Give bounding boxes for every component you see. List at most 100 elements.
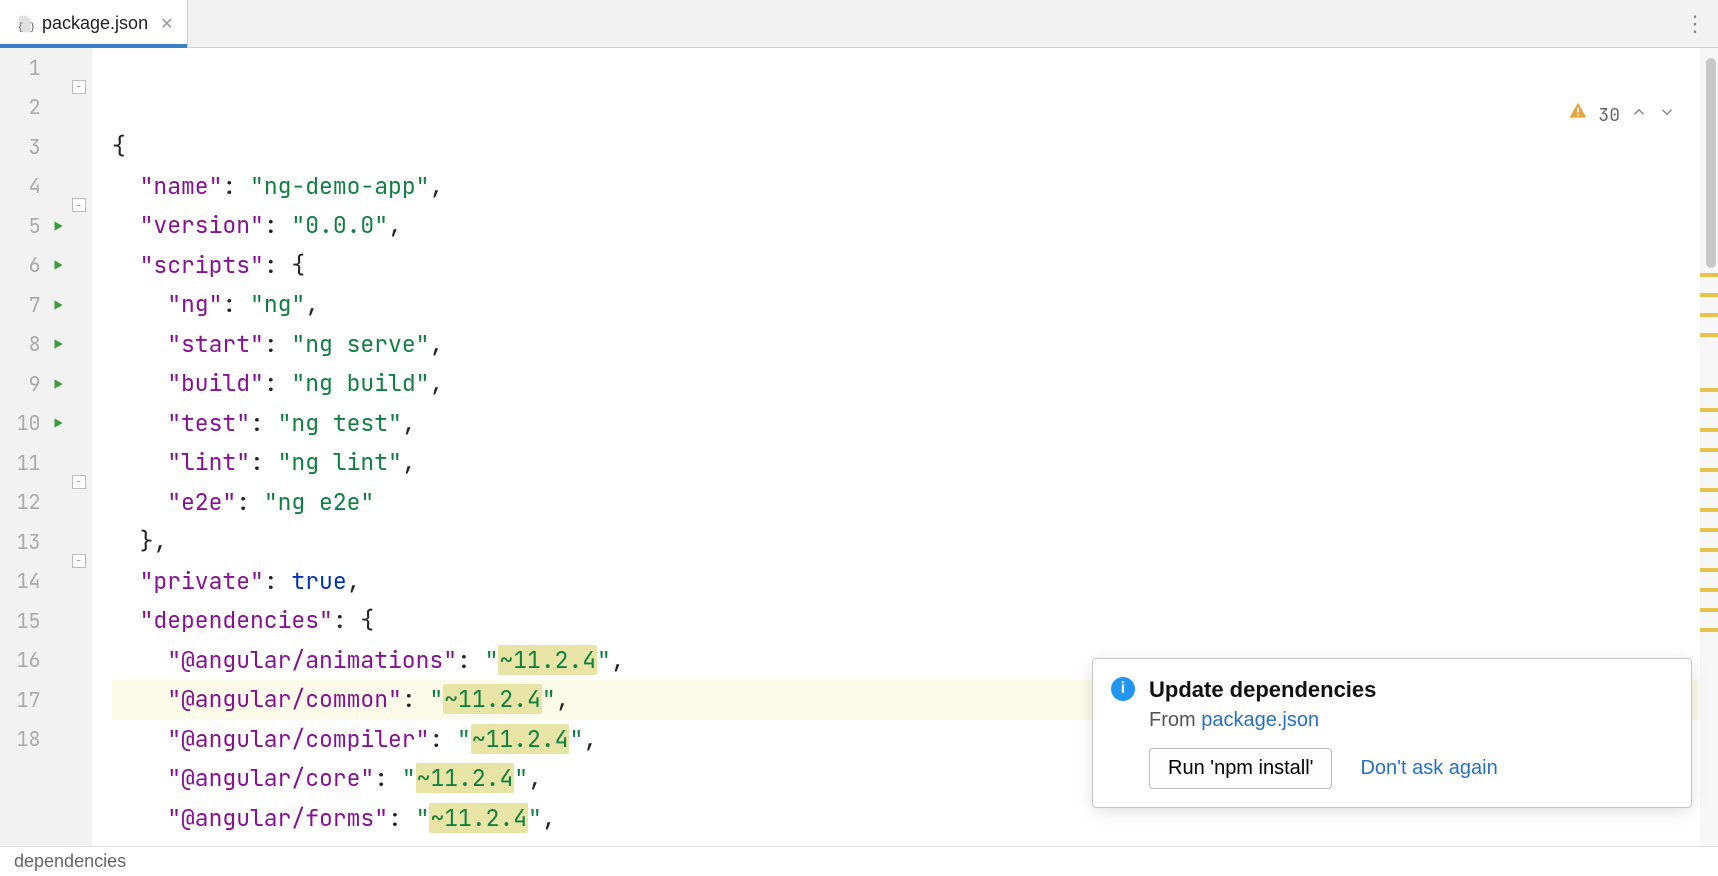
stripe-mark[interactable] bbox=[1700, 408, 1718, 412]
line-number: 13 bbox=[0, 529, 47, 555]
line-number: 5 bbox=[0, 213, 47, 239]
line-number: 11 bbox=[0, 450, 47, 476]
dont-ask-again-link[interactable]: Don't ask again bbox=[1360, 757, 1497, 780]
run-gutter-slot[interactable] bbox=[47, 213, 70, 239]
close-icon[interactable]: ✕ bbox=[160, 14, 173, 34]
line-number: 15 bbox=[0, 608, 47, 634]
code-line[interactable]: "ng": "ng", bbox=[112, 285, 1718, 325]
gutter-line: 3 bbox=[0, 127, 91, 167]
popup-file-link[interactable]: package.json bbox=[1201, 709, 1319, 731]
stripe-mark[interactable] bbox=[1700, 548, 1718, 552]
run-gutter-slot[interactable] bbox=[47, 410, 70, 436]
popup-title: Update dependencies bbox=[1149, 677, 1671, 703]
run-gutter-slot[interactable] bbox=[47, 331, 70, 357]
code-line[interactable]: "scripts": { bbox=[112, 246, 1718, 286]
tab-package-json[interactable]: { } package.json ✕ bbox=[0, 0, 188, 47]
stripe-mark[interactable] bbox=[1700, 448, 1718, 452]
svg-text:{ }: { } bbox=[17, 21, 34, 33]
warning-icon bbox=[1482, 56, 1588, 175]
stripe-mark[interactable] bbox=[1700, 588, 1718, 592]
chevron-up-icon[interactable] bbox=[1630, 96, 1648, 136]
line-number: 2 bbox=[0, 94, 47, 120]
stripe-mark[interactable] bbox=[1700, 333, 1718, 337]
line-number: 12 bbox=[0, 489, 47, 515]
tab-label: package.json bbox=[42, 13, 148, 34]
chevron-down-icon[interactable] bbox=[1658, 96, 1676, 136]
editor: 1−234−567891011−1213−1415161718 { "name"… bbox=[0, 48, 1718, 846]
run-gutter-slot[interactable] bbox=[47, 252, 70, 278]
stripe-mark[interactable] bbox=[1700, 568, 1718, 572]
stripe-mark[interactable] bbox=[1700, 528, 1718, 532]
gutter-line: 7 bbox=[0, 285, 91, 325]
line-number: 17 bbox=[0, 687, 47, 713]
run-icon[interactable] bbox=[51, 252, 65, 278]
stripe-mark[interactable] bbox=[1700, 388, 1718, 392]
run-icon[interactable] bbox=[51, 213, 65, 239]
code-line[interactable]: "dependencies": { bbox=[112, 601, 1718, 641]
gutter-line: 6 bbox=[0, 246, 91, 286]
code-line[interactable]: { bbox=[112, 127, 1718, 167]
line-number: 4 bbox=[0, 173, 47, 199]
line-number: 14 bbox=[0, 568, 47, 594]
gutter-line: 2 bbox=[0, 88, 91, 128]
run-icon[interactable] bbox=[51, 410, 65, 436]
stripe-mark[interactable] bbox=[1700, 508, 1718, 512]
code-line[interactable]: "e2e": "ng e2e" bbox=[112, 483, 1718, 523]
line-number: 10 bbox=[0, 410, 47, 436]
gutter-line: 8 bbox=[0, 325, 91, 365]
tabbar-more-icon[interactable]: ⋮ bbox=[1672, 0, 1718, 47]
gutter-line: 17 bbox=[0, 680, 91, 720]
run-gutter-slot[interactable] bbox=[47, 292, 70, 318]
gutter-line: 10 bbox=[0, 404, 91, 444]
error-stripe[interactable] bbox=[1700, 48, 1718, 846]
update-dependencies-popup: i Update dependencies From package.json … bbox=[1092, 658, 1692, 808]
code-line[interactable]: "version": "0.0.0", bbox=[112, 206, 1718, 246]
line-number: 18 bbox=[0, 726, 47, 752]
stripe-mark[interactable] bbox=[1700, 428, 1718, 432]
line-number: 3 bbox=[0, 134, 47, 160]
stripe-mark[interactable] bbox=[1700, 488, 1718, 492]
line-number: 9 bbox=[0, 371, 47, 397]
stripe-mark[interactable] bbox=[1700, 293, 1718, 297]
code-line[interactable]: "name": "ng-demo-app", bbox=[112, 167, 1718, 207]
run-icon[interactable] bbox=[51, 292, 65, 318]
gutter-line: 14 bbox=[0, 562, 91, 602]
editor-tabbar: { } package.json ✕ ⋮ bbox=[0, 0, 1718, 48]
line-number: 8 bbox=[0, 331, 47, 357]
line-number: 16 bbox=[0, 647, 47, 673]
stripe-mark[interactable] bbox=[1700, 273, 1718, 277]
gutter-line: 16 bbox=[0, 641, 91, 681]
line-number: 1 bbox=[0, 55, 47, 81]
gutter-line: 4− bbox=[0, 167, 91, 207]
code-line[interactable]: "private": true, bbox=[112, 562, 1718, 602]
gutter-line: 9 bbox=[0, 364, 91, 404]
code-line[interactable]: "test": "ng test", bbox=[112, 404, 1718, 444]
code-line[interactable]: "start": "ng serve", bbox=[112, 325, 1718, 365]
info-icon: i bbox=[1111, 677, 1135, 701]
code-line[interactable]: "lint": "ng lint", bbox=[112, 443, 1718, 483]
run-icon[interactable] bbox=[51, 331, 65, 357]
gutter-line: 1− bbox=[0, 48, 91, 88]
gutter-line: 5 bbox=[0, 206, 91, 246]
json-file-icon: { } bbox=[14, 14, 34, 34]
run-gutter-slot[interactable] bbox=[47, 371, 70, 397]
gutter: 1−234−567891011−1213−1415161718 bbox=[0, 48, 92, 846]
gutter-line: 13− bbox=[0, 522, 91, 562]
inspections-widget[interactable]: 30 bbox=[1482, 56, 1676, 175]
breadcrumb[interactable]: dependencies bbox=[14, 851, 126, 872]
run-npm-install-button[interactable]: Run 'npm install' bbox=[1149, 748, 1332, 789]
gutter-line: 11− bbox=[0, 443, 91, 483]
gutter-line: 12 bbox=[0, 483, 91, 523]
warning-count: 30 bbox=[1598, 96, 1620, 136]
stripe-mark[interactable] bbox=[1700, 468, 1718, 472]
run-icon[interactable] bbox=[51, 371, 65, 397]
popup-subtitle: From package.json bbox=[1149, 709, 1671, 732]
code-line[interactable]: }, bbox=[112, 522, 1718, 562]
code-line[interactable]: "build": "ng build", bbox=[112, 364, 1718, 404]
gutter-line: 18 bbox=[0, 720, 91, 760]
stripe-mark[interactable] bbox=[1700, 628, 1718, 632]
stripe-mark[interactable] bbox=[1700, 608, 1718, 612]
line-number: 7 bbox=[0, 292, 47, 318]
scrollbar-thumb[interactable] bbox=[1706, 58, 1716, 268]
stripe-mark[interactable] bbox=[1700, 313, 1718, 317]
